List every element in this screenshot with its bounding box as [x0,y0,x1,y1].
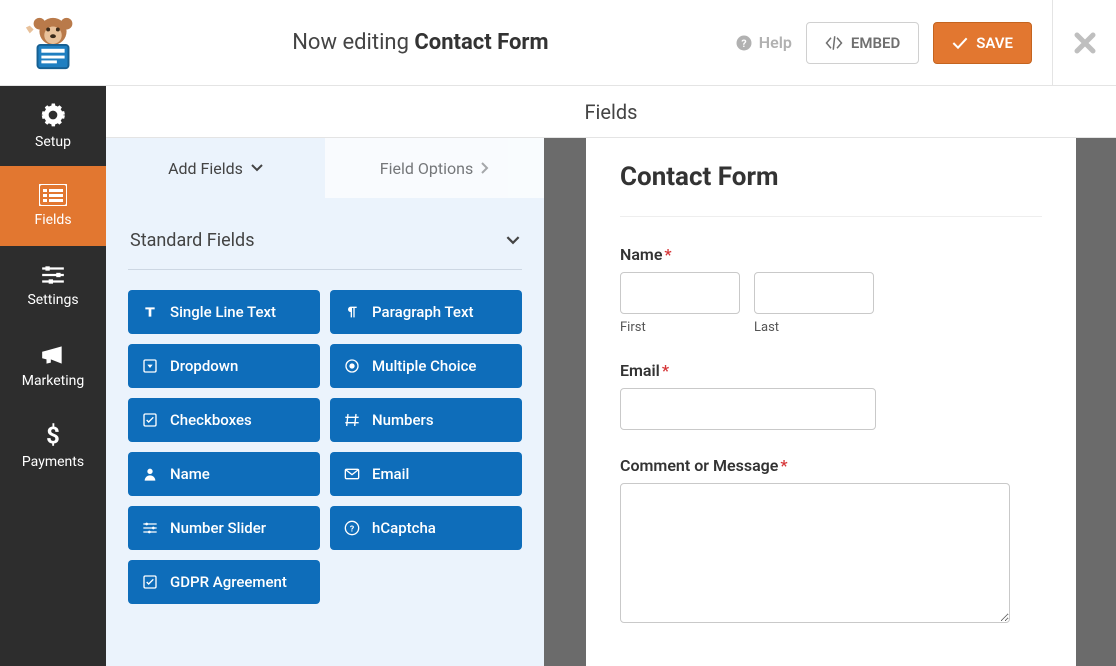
editing-label: Now editing Contact Form [292,30,548,55]
last-sublabel: Last [754,320,874,335]
right-gutter [1076,138,1106,666]
check-square-icon [142,412,158,428]
dollar-icon: $ [44,422,62,448]
comment-textarea[interactable] [620,483,1010,623]
tab-add-fields[interactable]: Add Fields [106,138,325,198]
field-multiple-choice[interactable]: Multiple Choice [330,344,522,388]
svg-text:$: $ [46,422,60,448]
save-button[interactable]: SAVE [933,22,1032,64]
field-numbers[interactable]: Numbers [330,398,522,442]
preview-field-name[interactable]: Name* First Last [620,245,1042,335]
question-circle-icon: ? [344,520,360,536]
envelope-icon [344,466,360,482]
svg-text:?: ? [741,36,746,49]
sidebar-item-settings[interactable]: Settings [0,246,106,326]
email-label: Email* [620,361,1042,380]
field-name[interactable]: Name [128,452,320,496]
sidebar-item-label: Setup [35,134,71,150]
gutter [556,138,586,666]
list-icon [39,184,67,206]
radio-icon [344,358,360,374]
chevron-right-icon [481,162,489,174]
sidebar-item-fields[interactable]: Fields [0,166,106,246]
bullhorn-icon [40,343,66,367]
first-sublabel: First [620,320,740,335]
form-title: Contact Form [620,162,1042,217]
panel-title: Fields [106,86,1116,138]
sidebar: Setup Fields Settings Marketing $ Paymen… [0,86,106,666]
fields-panel: Add Fields Field Options Standard Fields [106,138,556,666]
sidebar-item-setup[interactable]: Setup [0,86,106,166]
code-icon [825,36,843,50]
sliders-icon [40,264,66,286]
field-checkboxes[interactable]: Checkboxes [128,398,320,442]
email-input[interactable] [620,388,876,430]
comment-label: Comment or Message* [620,456,1042,475]
check-square-icon [142,574,158,590]
help-link[interactable]: ? Help [735,33,792,52]
sidebar-item-marketing[interactable]: Marketing [0,326,106,406]
field-email[interactable]: Email [330,452,522,496]
top-bar: Now editing Contact Form ? Help EMBED SA… [0,0,1116,86]
top-actions: ? Help EMBED SAVE [735,22,1052,64]
embed-button[interactable]: EMBED [806,22,919,64]
paragraph-icon [344,304,360,320]
last-name-input[interactable] [754,272,874,314]
field-single-line-text[interactable]: Single Line Text [128,290,320,334]
first-name-input[interactable] [620,272,740,314]
field-dropdown[interactable]: Dropdown [128,344,320,388]
sidebar-item-label: Marketing [22,373,85,389]
preview-field-email[interactable]: Email* [620,361,1042,430]
sidebar-item-label: Fields [34,212,71,228]
chevron-down-icon [251,164,263,172]
chevron-down-icon [506,236,520,245]
gear-icon [40,102,66,128]
close-icon[interactable] [1073,31,1097,55]
user-icon [142,466,158,482]
sidebar-item-label: Settings [27,292,78,308]
help-icon: ? [735,34,753,52]
field-hcaptcha[interactable]: ? hCaptcha [330,506,522,550]
text-icon [142,304,158,320]
app-logo [0,12,106,74]
sliders-h-icon [142,520,158,536]
caret-square-icon [142,358,158,374]
hash-icon [344,412,360,428]
section-standard-fields[interactable]: Standard Fields [128,216,522,270]
sidebar-item-payments[interactable]: $ Payments [0,406,106,486]
field-paragraph-text[interactable]: Paragraph Text [330,290,522,334]
field-gdpr[interactable]: GDPR Agreement [128,560,320,604]
name-label: Name* [620,245,1042,264]
sidebar-item-label: Payments [22,454,84,470]
tab-field-options[interactable]: Field Options [325,138,544,198]
field-number-slider[interactable]: Number Slider [128,506,320,550]
svg-text:?: ? [350,524,354,534]
preview-field-comment[interactable]: Comment or Message* [620,456,1042,627]
check-icon [952,36,968,50]
form-preview: Contact Form Name* First Last [586,138,1076,666]
